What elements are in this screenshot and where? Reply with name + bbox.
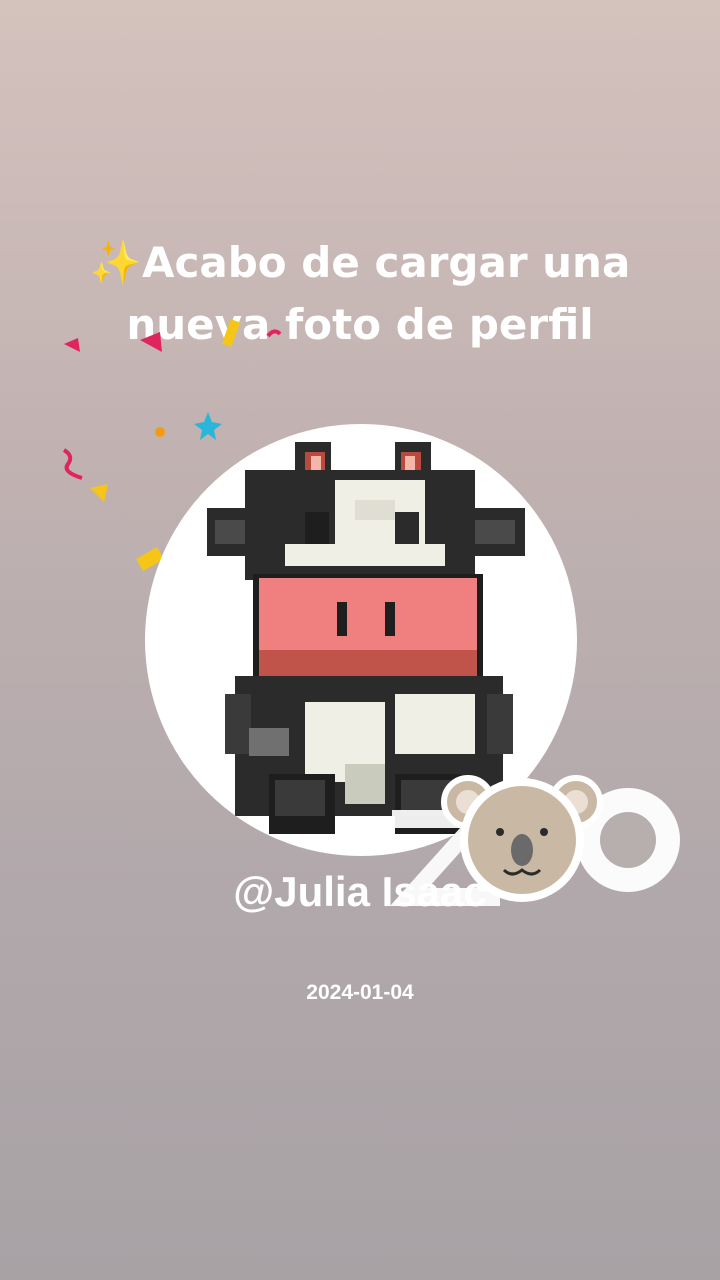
headline-line-1: ✨Acabo de cargar una <box>40 232 680 294</box>
headline-text-1: Acabo de cargar una <box>142 238 631 287</box>
headline-text-2: nueva foto de perfil <box>126 300 594 349</box>
post-date: 2024-01-04 <box>306 981 414 1004</box>
headline: ✨Acabo de cargar una nueva foto de perfi… <box>40 232 680 356</box>
zoo-koala-logo-icon <box>390 775 680 906</box>
sparkles-icon: ✨ <box>89 238 142 287</box>
